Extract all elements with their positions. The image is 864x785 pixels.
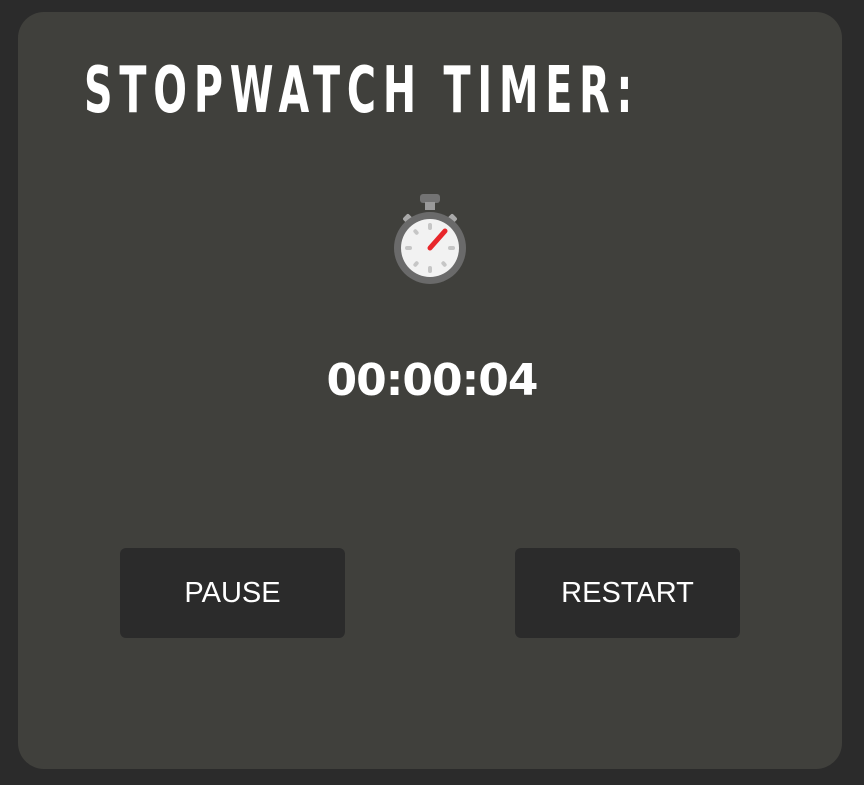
page-title: STOPWATCH TIMER: (84, 54, 640, 128)
pause-button[interactable]: PAUSE (120, 548, 345, 638)
stopwatch-icon (394, 194, 466, 284)
elapsed-time-display: 00:00:04 (326, 355, 539, 406)
restart-button[interactable]: RESTART (515, 548, 740, 638)
